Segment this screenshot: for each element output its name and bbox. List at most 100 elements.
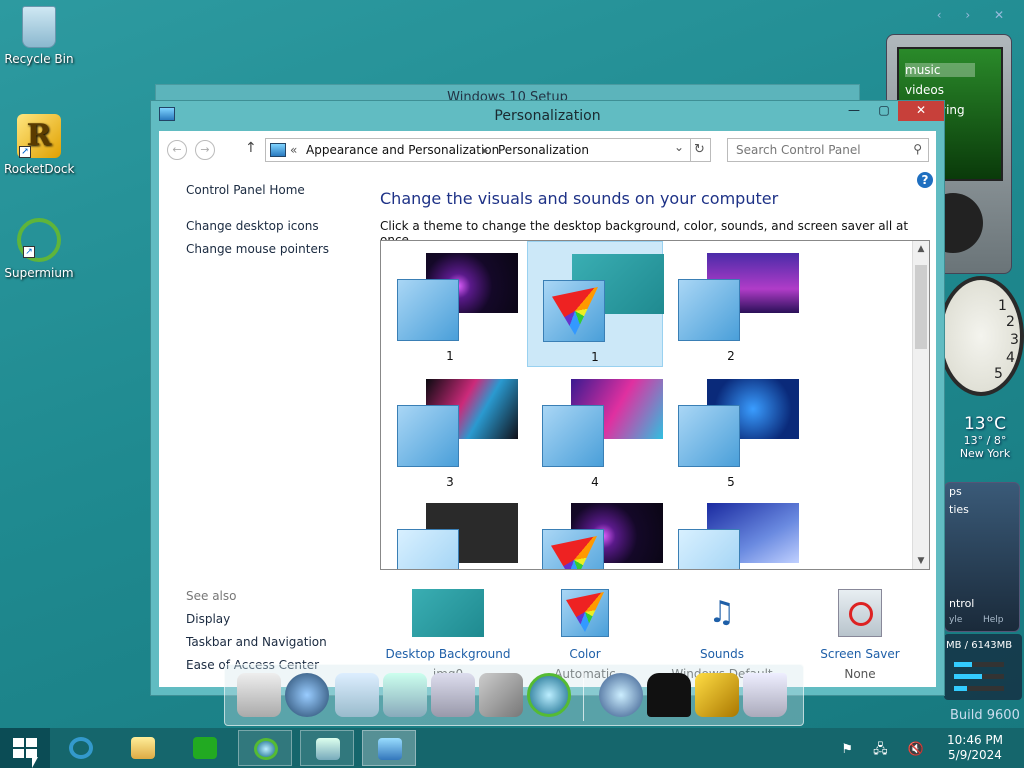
taskbar-navigation-link[interactable]: Taskbar and Navigation bbox=[186, 635, 327, 649]
theme-item[interactable]: 4 bbox=[527, 367, 663, 493]
change-desktop-icons-link[interactable]: Change desktop icons bbox=[186, 219, 319, 233]
documents-folder-icon[interactable] bbox=[335, 673, 379, 717]
theme-label: 1 bbox=[446, 349, 454, 363]
scrollbar-thumb[interactable] bbox=[915, 265, 927, 349]
theme-item[interactable] bbox=[382, 491, 518, 569]
weather-temp: 13°C bbox=[963, 414, 1006, 434]
close-button[interactable]: ✕ bbox=[898, 101, 944, 121]
meter-bar bbox=[954, 674, 1004, 679]
theme-list-scrollbar[interactable]: ▲ ▼ bbox=[912, 241, 929, 569]
maximize-button[interactable]: ▢ bbox=[869, 101, 899, 121]
theme-item[interactable]: 1 bbox=[382, 241, 518, 367]
scroll-down-icon[interactable]: ▼ bbox=[913, 556, 929, 566]
weather-range: 13° / 8° bbox=[963, 434, 1007, 447]
taskbar-ie[interactable] bbox=[54, 730, 108, 766]
taskbar-store[interactable] bbox=[178, 730, 232, 766]
desktop-icon-supermium[interactable]: ↗ Supermium bbox=[4, 218, 74, 280]
theme-item[interactable] bbox=[527, 491, 663, 569]
back-button[interactable]: ← bbox=[167, 140, 187, 160]
media-menu-item[interactable]: music bbox=[905, 63, 975, 77]
search-input[interactable]: Search Control Panel bbox=[736, 143, 861, 157]
settings-tools-icon[interactable] bbox=[695, 673, 739, 717]
music-folder-icon[interactable] bbox=[383, 673, 427, 717]
breadcrumb-personalization[interactable]: Personalization bbox=[498, 143, 589, 157]
address-dropdown-icon[interactable]: ⌄ bbox=[674, 140, 684, 154]
theme-color-swatch bbox=[542, 529, 604, 569]
supermium-browser-icon[interactable] bbox=[527, 673, 571, 717]
tshirt-icon[interactable] bbox=[647, 673, 691, 717]
up-button[interactable]: ↑ bbox=[245, 140, 257, 156]
taskbar-explorer[interactable] bbox=[116, 730, 170, 766]
help-icon[interactable]: ? bbox=[917, 172, 933, 188]
apps-gadget-line[interactable]: Help bbox=[983, 615, 1004, 625]
theme-item-selected[interactable]: 1 bbox=[527, 241, 664, 367]
forward-button[interactable]: → bbox=[195, 140, 215, 160]
theme-color-swatch bbox=[543, 280, 605, 342]
setting-name[interactable]: Desktop Background bbox=[383, 647, 513, 661]
theme-item[interactable]: 3 bbox=[382, 367, 518, 493]
start-button[interactable] bbox=[0, 728, 50, 768]
supermium-icon bbox=[254, 738, 278, 760]
media-menu-item[interactable]: videos bbox=[905, 83, 944, 97]
meter-fill bbox=[954, 686, 967, 691]
personalization-window[interactable]: Personalization — ▢ ✕ ← → ↑ « Appearance… bbox=[150, 100, 945, 696]
change-mouse-pointers-link[interactable]: Change mouse pointers bbox=[186, 242, 329, 256]
address-bar[interactable]: « Appearance and Personalization ▸ Perso… bbox=[265, 138, 691, 162]
setting-name[interactable]: Sounds bbox=[657, 647, 787, 661]
taskbar-personalization[interactable] bbox=[362, 730, 416, 766]
page-title: Change the visuals and sounds on your co… bbox=[380, 189, 779, 208]
scroll-up-icon[interactable]: ▲ bbox=[913, 244, 929, 254]
tools-icon[interactable] bbox=[479, 673, 523, 717]
theme-list[interactable]: 1 1 2 3 4 5 ▲ ▼ bbox=[380, 240, 930, 570]
theme-color-swatch bbox=[678, 405, 740, 467]
desktop-icon-label: Supermium bbox=[4, 266, 74, 280]
recycle-bin-icon[interactable] bbox=[743, 673, 787, 717]
theme-color-swatch bbox=[542, 405, 604, 467]
clock-date: 5/9/2024 bbox=[948, 748, 1002, 762]
theme-item[interactable] bbox=[663, 491, 799, 569]
breadcrumb-overflow[interactable]: « bbox=[290, 143, 297, 157]
search-box[interactable]: Search Control Panel ⚲ bbox=[727, 138, 929, 162]
shortcut-arrow-icon: ↗ bbox=[23, 246, 35, 258]
taskbar-supermium[interactable] bbox=[238, 730, 292, 766]
clock-number: 2 bbox=[1006, 314, 1015, 330]
taskbar-setup[interactable] bbox=[300, 730, 354, 766]
setting-name[interactable]: Screen Saver bbox=[795, 647, 925, 661]
network-globe-icon[interactable] bbox=[285, 673, 329, 717]
minimize-button[interactable]: — bbox=[839, 101, 869, 121]
search-icon: ⚲ bbox=[913, 142, 922, 156]
setting-name[interactable]: Color bbox=[520, 647, 650, 661]
system-tray[interactable]: ⚑ 🖧 🔇 bbox=[841, 740, 932, 762]
desktop-icon-rocketdock[interactable]: R ↗ RocketDock bbox=[4, 114, 74, 176]
theme-label: 1 bbox=[591, 350, 599, 364]
internet-icon[interactable] bbox=[599, 673, 643, 717]
apps-gadget-line: ps bbox=[949, 485, 962, 498]
dock-separator bbox=[583, 671, 584, 721]
breadcrumb-separator: ▸ bbox=[482, 143, 489, 157]
apps-gadget-line[interactable]: yle bbox=[949, 615, 962, 625]
computer-icon[interactable] bbox=[237, 673, 281, 717]
theme-color-swatch bbox=[397, 529, 459, 569]
file-explorer-icon bbox=[131, 737, 155, 759]
apps-gadget[interactable]: ps ties ntrol yle Help bbox=[944, 482, 1020, 632]
apps-gadget-line[interactable]: ntrol bbox=[949, 597, 974, 610]
theme-item[interactable]: 5 bbox=[663, 367, 799, 493]
meter-bar bbox=[954, 662, 1004, 667]
pictures-folder-icon[interactable] bbox=[431, 673, 475, 717]
desktop-icon-recycle-bin[interactable]: Recycle Bin bbox=[4, 6, 74, 66]
screen-saver-setting[interactable]: Screen Saver None bbox=[795, 589, 925, 681]
recycle-bin-icon bbox=[22, 6, 56, 48]
refresh-button[interactable]: ↻ bbox=[689, 138, 711, 162]
see-also-label: See also bbox=[186, 589, 237, 603]
desktop-icon-label: Recycle Bin bbox=[4, 52, 74, 66]
clock-gadget: 1 2 3 4 5 bbox=[938, 276, 1024, 396]
control-panel-home-link[interactable]: Control Panel Home bbox=[186, 183, 305, 197]
taskbar-clock[interactable]: 10:46 PM 5/9/2024 bbox=[940, 733, 1010, 763]
window-titlebar[interactable]: Personalization — ▢ ✕ bbox=[151, 101, 944, 131]
display-link[interactable]: Display bbox=[186, 612, 230, 626]
desktop-background-icon bbox=[412, 589, 484, 637]
theme-item[interactable]: 2 bbox=[663, 241, 799, 367]
breadcrumb-appearance[interactable]: Appearance and Personalization bbox=[306, 143, 499, 157]
internet-explorer-icon bbox=[69, 737, 93, 759]
desktop-top-controls[interactable]: ‹ › ✕ bbox=[937, 8, 1014, 22]
